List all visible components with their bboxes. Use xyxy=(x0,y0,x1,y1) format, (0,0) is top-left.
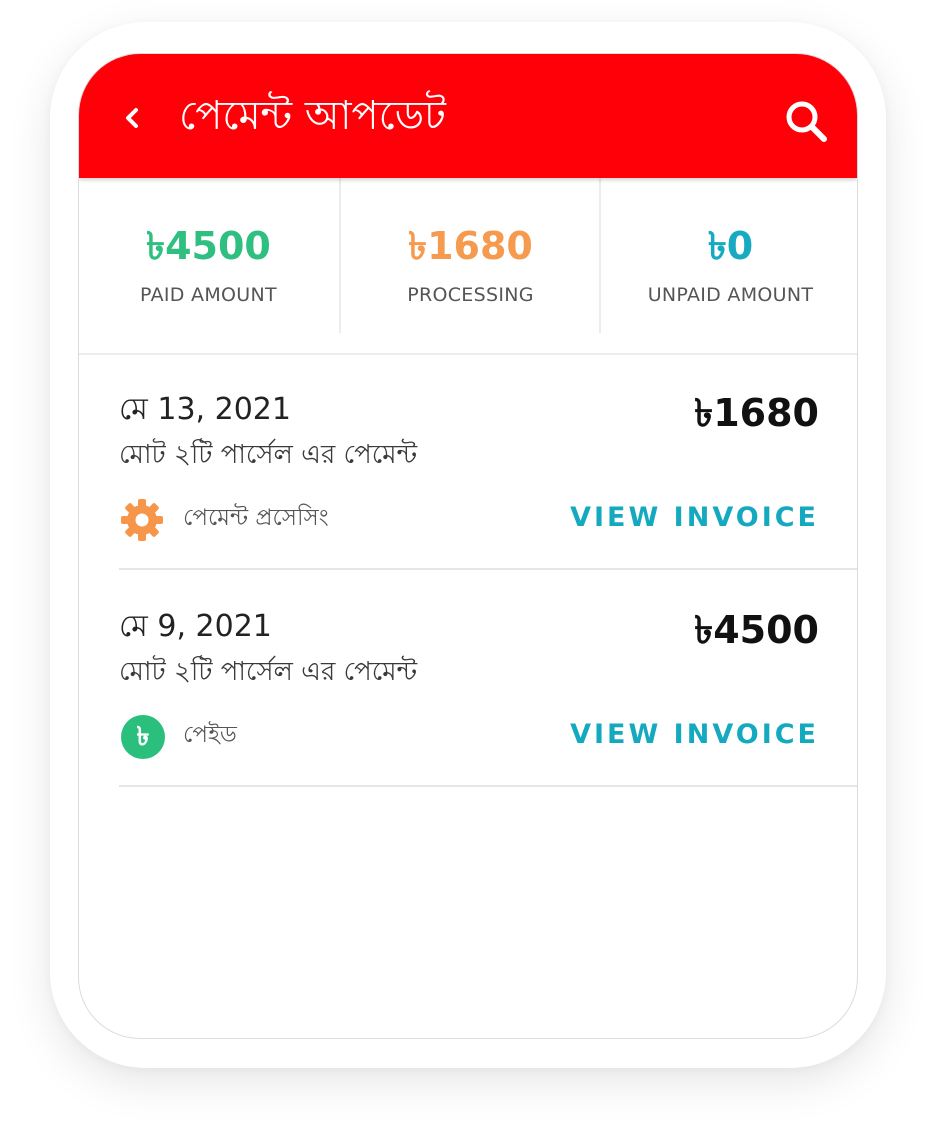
paid-amount-stat: ৳4500 PAID AMOUNT xyxy=(79,178,338,333)
processing-label: PROCESSING xyxy=(407,284,534,306)
payment-summary: ৳4500 PAID AMOUNT ৳1680 PROCESSING ৳0 UN… xyxy=(79,178,857,355)
app-header: পেমেন্ট আপডেট xyxy=(79,54,857,178)
taka-circle-icon: ৳ xyxy=(121,715,165,759)
payment-status: পেইড xyxy=(183,722,237,748)
chevron-left-icon xyxy=(126,108,138,128)
page-title: পেমেন্ট আপডেট xyxy=(179,93,446,139)
search-button[interactable] xyxy=(783,98,829,144)
payment-list-item[interactable]: মে 13, 2021 মোট ২টি পার্সেল এর পেমেন্ট ৳… xyxy=(119,355,857,570)
payment-date: মে 9, 2021 xyxy=(119,609,272,644)
unpaid-amount-value: ৳0 xyxy=(707,224,754,268)
payment-list-item[interactable]: মে 9, 2021 মোট ২টি পার্সেল এর পেমেন্ট ৳4… xyxy=(119,572,857,787)
paid-amount-value: ৳4500 xyxy=(146,224,271,268)
paid-amount-label: PAID AMOUNT xyxy=(140,284,277,306)
payment-status: পেমেন্ট প্রসেসিং xyxy=(183,505,329,531)
payment-amount: ৳4500 xyxy=(694,608,819,652)
payment-amount: ৳1680 xyxy=(694,391,819,435)
payment-date: মে 13, 2021 xyxy=(119,392,291,427)
unpaid-amount-stat: ৳0 UNPAID AMOUNT xyxy=(599,178,857,333)
payment-description: মোট ২টি পার্সেল এর পেমেন্ট xyxy=(119,440,418,470)
payment-description: মোট ২টি পার্সেল এর পেমেন্ট xyxy=(119,657,418,687)
back-button[interactable] xyxy=(119,98,145,138)
processing-stat: ৳1680 PROCESSING xyxy=(339,178,600,333)
search-icon xyxy=(786,101,827,142)
processing-value: ৳1680 xyxy=(408,224,533,268)
unpaid-amount-label: UNPAID AMOUNT xyxy=(647,284,814,306)
gear-icon xyxy=(121,499,163,541)
view-invoice-button[interactable]: VIEW INVOICE xyxy=(570,498,819,538)
app-screen: পেমেন্ট আপডেট ৳4500 PAID AMOUNT ৳1680 PR… xyxy=(78,53,858,1039)
view-invoice-button[interactable]: VIEW INVOICE xyxy=(570,715,819,755)
